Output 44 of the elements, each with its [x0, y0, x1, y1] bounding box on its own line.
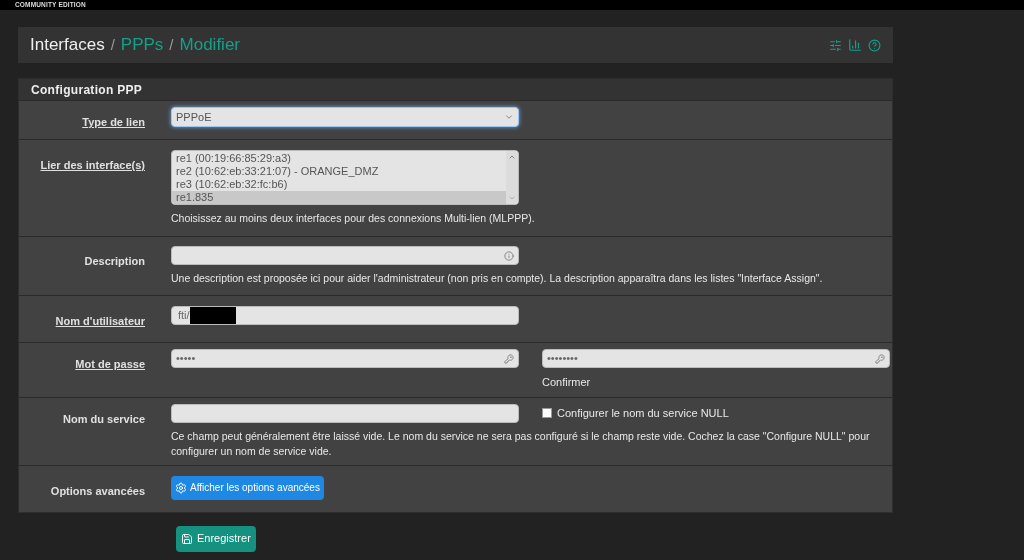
confirm-password-field[interactable]: •••••••• [542, 349, 890, 368]
interface-option[interactable]: re2 (10:62:eb:33:21:07) - ORANGE_DMZ [172, 165, 506, 178]
field-label: Mot de passe [75, 358, 145, 370]
breadcrumb-title: Interfaces [30, 34, 105, 57]
interface-option[interactable]: re3 (10:62:eb:32:fc:b6) [172, 178, 506, 191]
field-label: Nom du service [63, 412, 145, 425]
help-text: Choisissez au moins deux interfaces pour des connexions Multi-lien (MLPPP). [171, 211, 535, 226]
field-label: Options avancées [50, 484, 145, 497]
caret-icon [504, 112, 514, 122]
key-icon [504, 353, 514, 364]
advanced-options-button[interactable]: Afficher les options avancées [171, 475, 324, 500]
panel-title: Configuration PPP [31, 81, 143, 99]
info-icon [504, 250, 514, 261]
scroll-up-icon[interactable] [508, 153, 516, 161]
checkbox-label: Configurer le nom du service NULL [557, 405, 729, 421]
key-icon [875, 353, 885, 364]
save-button[interactable]: Enregistrer [176, 525, 256, 552]
help-icon[interactable] [868, 38, 881, 52]
field-label: Lier des interface(s) [40, 159, 145, 171]
interface-option[interactable]: re1.835 [172, 191, 506, 204]
field-label: Description [84, 255, 145, 267]
link-type-select[interactable]: PPPoE [171, 107, 519, 127]
username-field[interactable]: fti/ [171, 306, 519, 325]
service-name-field[interactable] [171, 403, 519, 423]
field-label: Type de lien [82, 116, 145, 128]
scroll-down-icon[interactable] [508, 194, 516, 202]
bar-chart-icon[interactable] [848, 38, 862, 52]
interface-listbox[interactable]: re1 (00:19:66:85:29:a3) re2 (10:62:eb:33:21:07) - ORANGE_DMZ re3 (10:62:eb:32:fc:b6) re1.835 [171, 150, 519, 205]
breadcrumb-separator: / [110, 34, 115, 55]
interface-option[interactable]: re1 (00:19:66:85:29:a3) [172, 152, 506, 165]
breadcrumb-link[interactable]: Modifier [179, 32, 240, 58]
breadcrumb-separator: / [169, 34, 174, 55]
settings-icon[interactable] [829, 38, 842, 52]
checkbox[interactable] [542, 408, 552, 418]
description-field[interactable] [171, 246, 519, 265]
help-text: Ce champ peut généralement être laissé vide. Le nom du service ne sera pas configuré si le champ reste vide. Cochez la case "Configure NULL" pour configurer un nom de service vide. [171, 428, 871, 459]
confirm-label: Confirmer [542, 375, 592, 390]
password-field[interactable]: ••••• [171, 349, 519, 368]
help-text: Une description est proposée ici pour aider l'administrateur (non pris en compte). La description apparaîtra dans les listes "Interface Assign". [171, 271, 823, 286]
field-label: Nom d'utilisateur [55, 315, 145, 327]
save-icon [181, 532, 193, 545]
gear-icon [175, 481, 187, 494]
scrollbar[interactable] [506, 151, 518, 204]
breadcrumb-link[interactable]: PPPs [120, 32, 164, 58]
